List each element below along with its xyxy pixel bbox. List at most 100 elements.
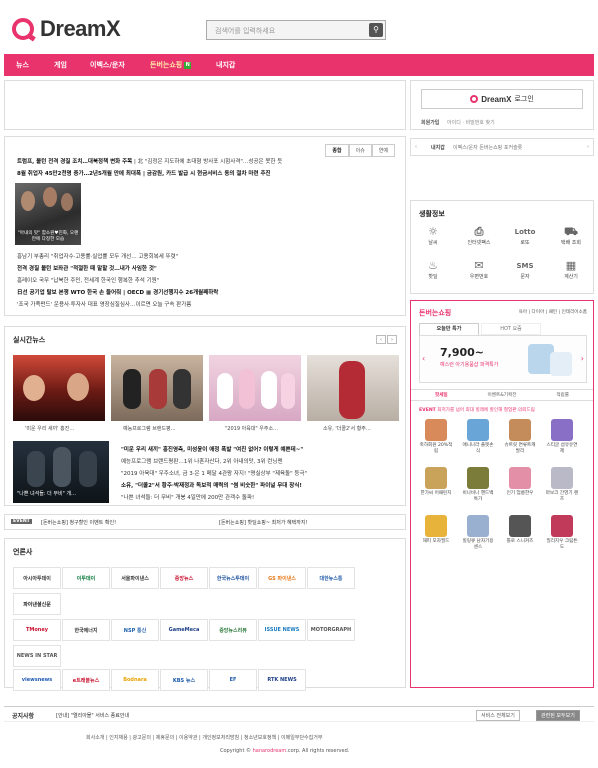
signup-link[interactable]: 회원가입 [421,120,439,126]
shop-product-item[interactable]: 힐링큐 남자기용센스 [461,515,495,551]
realtime-video[interactable]: "나쁜 녀석들: 더 무비" 개… [13,441,109,503]
shopping-top-links[interactable]: 육아 | 다이아 | 패턴 | 인테리어소품 [519,309,587,315]
realtime-caption[interactable]: "2019 아육대" 우주소… [225,425,278,432]
nav-ibex[interactable]: 이벡스/운자 [90,60,125,70]
news-item[interactable]: 日선 공기업 탈보 본쟁 WTO 한국 손 들어줘 | OECD ▦ 경기선행지… [17,288,399,296]
nav-shopping[interactable]: 돈버는쇼핑 N [150,60,192,70]
dreamx-logo[interactable]: DreamX [12,16,121,42]
category-hot-sale[interactable]: 핫세일 [411,390,472,400]
shopping-banner[interactable]: ‹ › 7,900~ 예스런 아기용품샵 파격특가 [419,335,587,383]
press-logo[interactable]: ISSUE NEWS [258,619,306,641]
sms-link[interactable]: SMS 문자 [505,259,545,280]
search-input[interactable]: 검색어를 입력하세요 ⚲ [206,20,386,40]
tab-general[interactable]: 종합 [325,144,349,157]
press-logo[interactable]: GameMeca [160,619,208,641]
realtime-caption[interactable]: 예능프로그램 브랜드평… [123,425,176,432]
press-logo[interactable]: 한국에너지 [62,619,110,641]
news-item[interactable]: 흠레이오 국무 "납북한 주민, 전세계 한국인 행복한 추석 기원" [17,276,399,284]
shop-product-item[interactable]: 인기 엄룸한우 [503,467,537,497]
quick-links-text[interactable]: 이벡스/운자 돈버는쇼핑 포커슬롯 [453,144,522,151]
press-logo[interactable]: Bodnara [111,669,159,691]
news-item[interactable]: '조국 가족펀드' 운용사·투자사 대표 영장심질심사…이르면 오늘 구속 판가… [17,300,399,308]
hotdeal-link[interactable]: ♨ 핫딜 [413,259,453,280]
realtime-line[interactable]: "2019 아육대" 우주소녀, 금 3·은 1 메달 4관왕 자지! "명실상… [121,469,401,477]
headline-2[interactable]: 8월 취업자 45만2천명 증가…2년5개월 만에 최대폭 | 금감원, 카드 … [17,169,399,177]
shop-product-item[interactable]: 마보크 간영기 랜즈 [545,467,579,503]
press-logo[interactable]: e트래블뉴스 [62,669,110,691]
shop-product-item[interactable]: 톨로 스니커즈 [503,515,537,545]
nav-game[interactable]: 게임 [54,60,67,70]
search-icon[interactable]: ⚲ [369,23,383,37]
tab-issue[interactable]: 이슈 [348,144,372,157]
news-item[interactable]: 흥남기 부총리 "취업자수·고용률·실업률 모두 개선… 고용회복세 뚜렷" [17,252,399,260]
press-logo[interactable]: 중앙뉴스 [160,567,208,589]
press-logo[interactable]: NEWS IN STAR [13,645,61,667]
delivery-link[interactable]: ⛟ 택배 조회 [551,225,591,246]
press-logo[interactable]: 중앙뉴스리뷰 [209,619,257,641]
quick-links-title[interactable]: 내지갑 [431,144,445,151]
notice-text[interactable]: [안내] "엘리아몰" 서비스 종료안내 [56,712,129,719]
service-select[interactable]: 서비스 전체보기 [476,710,520,721]
realtime-line[interactable]: "미운 우리 새끼" 홍진영측, 미성윤이 애정 폭발 "여친 없어? 이렇게 … [121,445,401,453]
press-logo[interactable]: GS 파이낸스 [258,567,306,589]
shopping-title[interactable]: 돈버는쇼핑 [419,308,451,318]
tab-today-special[interactable]: 오늘만 특가 [419,323,479,335]
press-logo[interactable]: EF [209,669,257,691]
press-logo[interactable]: KBS 뉴스 [160,669,208,691]
shop-product-item[interactable]: 비나비나 핸드백 특가 [461,467,495,503]
category-event[interactable]: 이벤트&기획전 [472,390,533,400]
press-logo[interactable]: 대한뉴스통 [307,567,355,589]
press-logo[interactable]: NSP 통신 [111,619,159,641]
press-logo[interactable]: 이투데이 [62,567,110,589]
shop-product-item[interactable]: 애니나라 플렛손식 [461,419,495,455]
tab-entertainment[interactable]: 연예 [371,144,395,157]
press-logo[interactable]: MOTORGRAPH [307,619,355,641]
category-rate[interactable]: 적립률 [532,390,593,400]
realtime-photo[interactable] [111,355,203,421]
related-select[interactable]: 관련된 모두보기 [536,710,580,721]
nav-wallet[interactable]: 내지갑 [216,60,235,70]
realtime-caption[interactable]: 소유, '더콜2'서 황주… [323,425,371,432]
ad-banner[interactable] [4,80,406,130]
press-logo[interactable]: 한국뉴스투데이 [209,567,257,589]
press-logo[interactable]: RTK NEWS [258,669,306,691]
shop-product-item[interactable]: 해피 모자필드 [419,515,453,545]
weather-link[interactable]: ☼ 날씨 [413,225,453,246]
event-right-link[interactable]: [돈버는쇼핑] 핫딜쇼핑~ 최저가 혜택까지! [219,519,307,526]
footer-links[interactable]: 회사소개 | 인지채용 | 광고문의 | 제휴문의 | 이용약관 | 개인정보처… [86,734,322,741]
shop-product-item[interactable]: 한가씨 어패린지 [419,467,453,497]
next-arrow-icon[interactable]: › [387,335,397,344]
fax-link[interactable]: ⎙ 인터넷팩스 [459,225,499,246]
press-logo[interactable]: 파이낸셜신문 [13,593,61,615]
press-logo[interactable]: TMoney [13,619,61,641]
calculator-link[interactable]: ▦ 계산기 [551,259,591,280]
shopping-event-line[interactable]: EVENT 최저가를 넘어 최대 힐레에 할인해 철업판 의뢰드림 [419,407,535,413]
realtime-photo[interactable] [307,355,399,421]
realtime-line[interactable]: 소유, "더콜2"서 황주·박재정과 독보적 매력의 "썸 비숫한" 파이널 무… [121,481,401,489]
realtime-photo[interactable] [209,355,301,421]
find-account-link[interactable]: 아이디 · 비밀번호 찾기 [447,120,495,126]
zipcode-link[interactable]: ✉ 우편번호 [459,259,499,280]
news-photo[interactable]: "아내의 맛" 함소원♥진화, 오랜만에 다정한 모습 [15,183,81,245]
lotto-link[interactable]: Lotto 로또 [505,225,545,246]
right-arrow-icon[interactable]: › [587,144,589,150]
realtime-line[interactable]: "나쁜 녀석들: 더 무비" 개봉 4일만에 200만 관객수 돌파! [121,493,401,501]
press-logo[interactable]: viewsnews [13,669,61,691]
login-button[interactable]: DreamX 로그인 [421,89,583,109]
realtime-line[interactable]: 예능프로그램 브랜드평판…1위 나혼자산다, 2위 아내의맛, 3위 런닝맨 [121,457,401,465]
left-arrow-icon[interactable]: ‹ [415,144,417,150]
shop-product-item[interactable]: 슈트릿 면류트캐발리 [503,419,537,455]
press-logo[interactable]: 아시아투데이 [13,567,61,589]
nav-news[interactable]: 뉴스 [16,60,29,70]
banner-prev-icon[interactable]: ‹ [422,354,425,363]
headline-1[interactable]: 트럼프, 볼턴 전격 경질 조치…대북정책 변화 주목 | 北 "김정은 지도하… [17,157,399,165]
shop-product-item[interactable]: 축하회원 20%적립 [419,419,453,455]
press-logo[interactable]: 서울파이낸스 [111,567,159,589]
banner-next-icon[interactable]: › [581,354,584,363]
shop-product-item[interactable]: 밀리지우 크림튼도 [545,515,579,551]
event-left-link[interactable]: [돈버는쇼핑] 청구할인 이벤트 확인! [41,519,116,526]
shop-product-item[interactable]: 스티글 섬유유연제 [545,419,579,455]
prev-arrow-icon[interactable]: ‹ [376,335,386,344]
tab-hot[interactable]: HOT 요즘 [481,323,541,335]
realtime-photo[interactable] [13,355,105,421]
